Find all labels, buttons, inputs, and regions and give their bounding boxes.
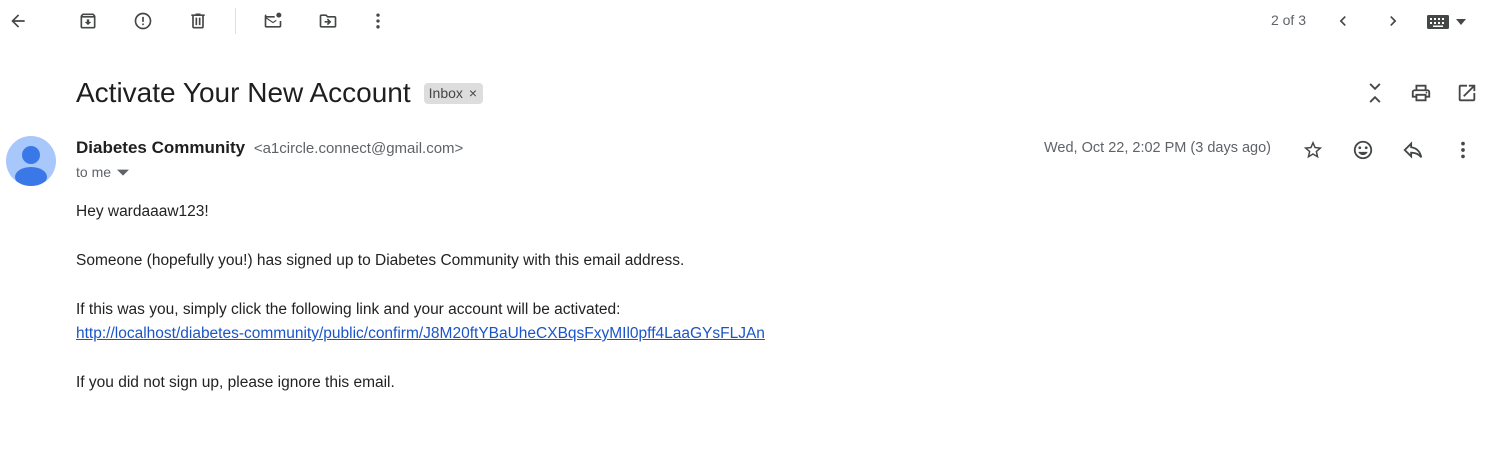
subject-actions <box>1362 80 1480 106</box>
back-button[interactable] <box>3 6 33 36</box>
avatar[interactable] <box>6 136 56 186</box>
open-new-window-button[interactable] <box>1454 80 1480 106</box>
move-to-icon <box>319 14 337 28</box>
pager-count: 2 of 3 <box>1270 12 1306 28</box>
star-button[interactable] <box>1300 137 1326 163</box>
person-icon <box>15 146 47 186</box>
reply-icon <box>1403 141 1423 159</box>
recipient-label: to me <box>76 164 112 180</box>
move-to-button[interactable] <box>313 6 343 36</box>
input-tools-button[interactable] <box>1426 10 1466 34</box>
inbox-label-chip[interactable]: Inbox × <box>423 82 484 104</box>
archive-icon <box>80 13 96 29</box>
email-subject: Activate Your New Account <box>76 77 411 108</box>
caret-down-icon <box>117 169 130 176</box>
sender: Diabetes Community <a1circle.connect@gma… <box>76 138 463 158</box>
message-body: Hey wardaaaw123! Someone (hopefully you!… <box>76 200 765 395</box>
label-text: Inbox <box>428 84 463 101</box>
reply-button[interactable] <box>1400 137 1426 163</box>
sender-name[interactable]: Diabetes Community <box>76 138 245 157</box>
chevron-left-icon <box>1339 16 1346 26</box>
more-vertical-icon <box>1461 141 1465 159</box>
print-icon <box>1411 84 1431 102</box>
body-paragraph-1: Someone (hopefully you!) has signed up t… <box>76 252 685 269</box>
toolbar: 2 of 3 <box>0 0 1498 44</box>
more-actions-button[interactable] <box>363 6 393 36</box>
older-button[interactable] <box>1378 6 1408 36</box>
star-outline-icon <box>1303 140 1323 159</box>
trash-icon <box>191 13 205 29</box>
subject-row: Activate Your New Account Inbox × <box>76 72 484 114</box>
greeting: Hey wardaaaw123! <box>76 203 209 220</box>
report-spam-icon <box>134 12 152 30</box>
open-in-new-icon <box>1458 84 1476 102</box>
print-button[interactable] <box>1408 80 1434 106</box>
more-vertical-icon <box>376 13 380 29</box>
report-spam-button[interactable] <box>128 6 158 36</box>
toolbar-divider <box>235 8 236 34</box>
caret-down-icon <box>1456 19 1466 25</box>
message-date: Wed, Oct 22, 2:02 PM (3 days ago) <box>1044 140 1272 156</box>
expand-all-button[interactable] <box>1362 80 1388 106</box>
mark-unread-button[interactable] <box>258 6 288 36</box>
message-actions <box>1300 137 1476 163</box>
archive-button[interactable] <box>73 6 103 36</box>
collapse-expand-icon <box>1369 83 1381 103</box>
body-paragraph-3: If you did not sign up, please ignore th… <box>76 374 395 391</box>
arrow-left-icon <box>11 14 25 28</box>
sender-email: <a1circle.connect@gmail.com> <box>253 140 464 157</box>
activation-link[interactable]: http://localhost/diabetes-community/publ… <box>76 325 765 342</box>
remove-label-button[interactable]: × <box>469 85 477 101</box>
chevron-right-icon <box>1390 16 1397 26</box>
body-paragraph-2: If this was you, simply click the follow… <box>76 301 621 318</box>
recipient-details-toggle[interactable]: to me <box>76 164 130 180</box>
add-reaction-button[interactable] <box>1350 137 1376 163</box>
newer-button[interactable] <box>1328 6 1358 36</box>
mark-unread-icon <box>264 12 282 28</box>
keyboard-icon <box>1427 15 1449 29</box>
delete-button[interactable] <box>183 6 213 36</box>
message-more-button[interactable] <box>1450 137 1476 163</box>
emoji-icon <box>1353 140 1373 160</box>
